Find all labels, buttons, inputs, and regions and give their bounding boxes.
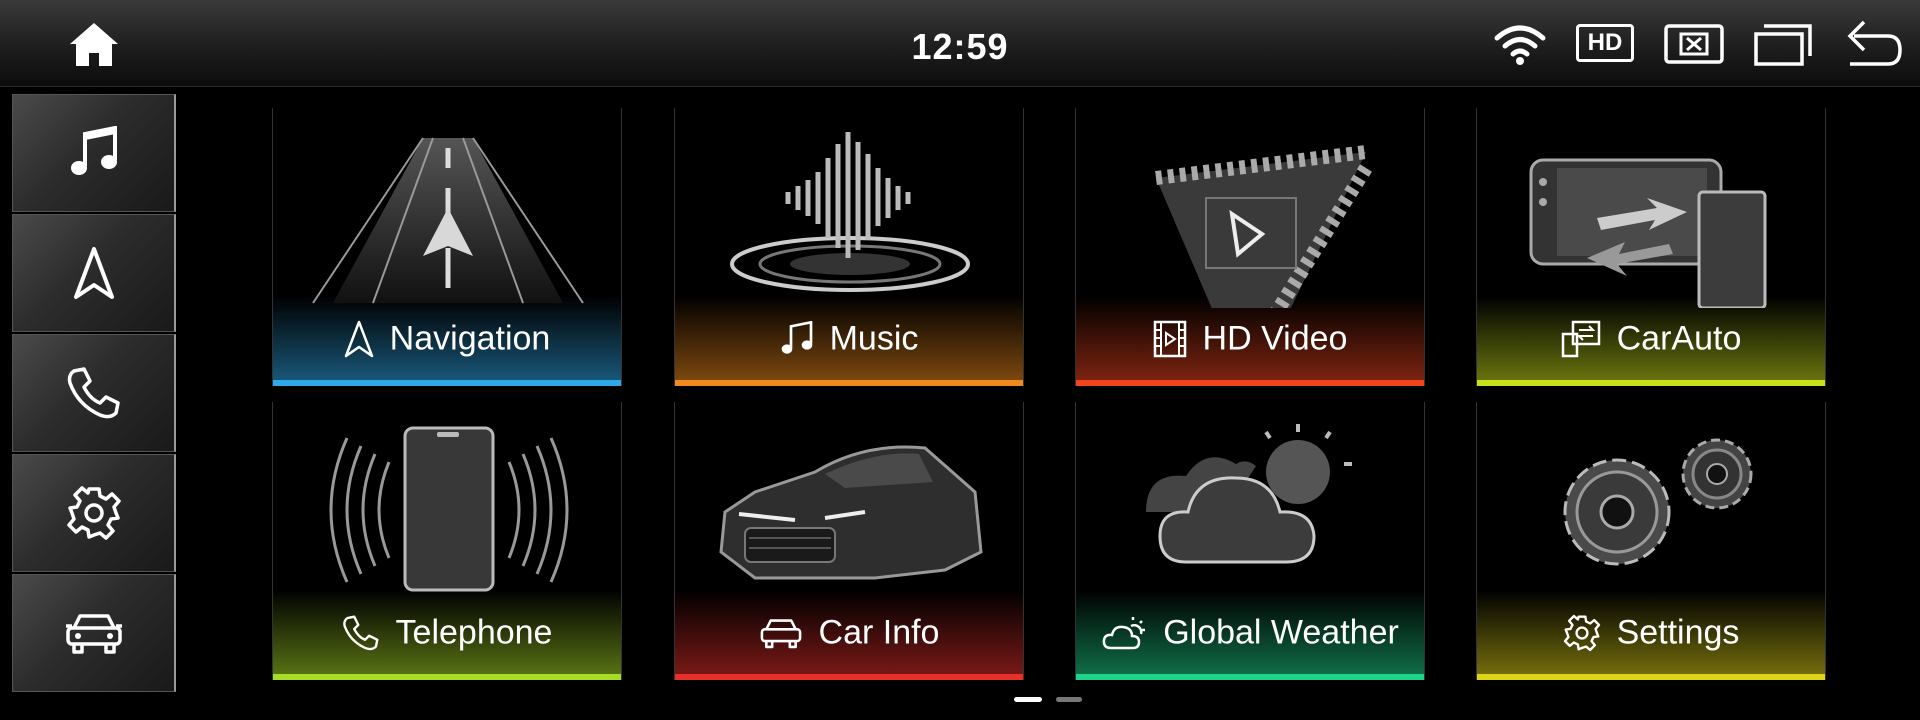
app-tile-music[interactable]: Music (674, 108, 1024, 386)
navigation-arrow-icon (73, 247, 114, 299)
film-strip-illustration (1155, 145, 1372, 308)
car-icon (760, 619, 801, 649)
music-note-icon (781, 321, 812, 354)
sidebar-item-phone[interactable] (12, 334, 176, 452)
phone-link-icon (1561, 320, 1600, 358)
app-label: Global Weather (1076, 612, 1424, 653)
sidebar-item-car[interactable] (12, 574, 176, 692)
car-icon (65, 614, 122, 654)
close-app-icon[interactable] (1664, 24, 1724, 64)
phone-icon (67, 367, 120, 419)
cloud-sun-icon (1102, 617, 1146, 650)
weather-illustration (1146, 424, 1352, 564)
hd-label: HD (1587, 29, 1623, 56)
music-note-icon (70, 126, 117, 175)
recent-apps-icon[interactable] (1754, 22, 1812, 66)
sidebar-item-settings[interactable] (12, 454, 176, 572)
telephone-illustration (329, 426, 569, 592)
hd-icon[interactable]: HD (1576, 24, 1634, 62)
app-label: HD Video (1076, 318, 1424, 359)
wifi-icon (1494, 25, 1546, 65)
app-tile-carauto[interactable]: CarAuto (1476, 108, 1826, 386)
app-tile-hd-video[interactable]: HD Video (1075, 108, 1425, 386)
back-icon[interactable] (1846, 18, 1904, 68)
phone-icon (342, 615, 379, 651)
navigation-arrow-icon (344, 320, 373, 358)
app-tile-car-info[interactable]: Car Info (674, 402, 1024, 680)
app-label: CarAuto (1477, 318, 1825, 359)
page-dot[interactable] (1056, 697, 1082, 702)
carauto-illustration (1529, 158, 1767, 308)
gears-illustration (1563, 438, 1753, 566)
app-label: Music (675, 318, 1023, 359)
app-tile-telephone[interactable]: Telephone (272, 402, 622, 680)
page-dot-active[interactable] (1014, 697, 1042, 702)
app-tile-navigation[interactable]: Navigation (272, 108, 622, 386)
app-label: Telephone (273, 612, 621, 653)
navigation-road-illustration (312, 137, 584, 304)
music-waveform-illustration (730, 132, 970, 292)
app-label: Car Info (675, 612, 1023, 653)
app-label: Settings (1477, 612, 1825, 653)
sidebar-item-navigation[interactable] (12, 214, 176, 332)
sidebar (12, 94, 178, 698)
status-bar: 12:59 HD (0, 0, 1920, 87)
app-tile-global-weather[interactable]: Global Weather (1075, 402, 1425, 680)
film-icon (1153, 320, 1186, 358)
car-illustration (719, 445, 983, 580)
app-label: Navigation (273, 318, 621, 359)
app-tile-settings[interactable]: Settings (1476, 402, 1826, 680)
gear-icon (66, 486, 121, 540)
gear-icon (1563, 614, 1600, 652)
sidebar-item-music[interactable] (12, 94, 176, 212)
